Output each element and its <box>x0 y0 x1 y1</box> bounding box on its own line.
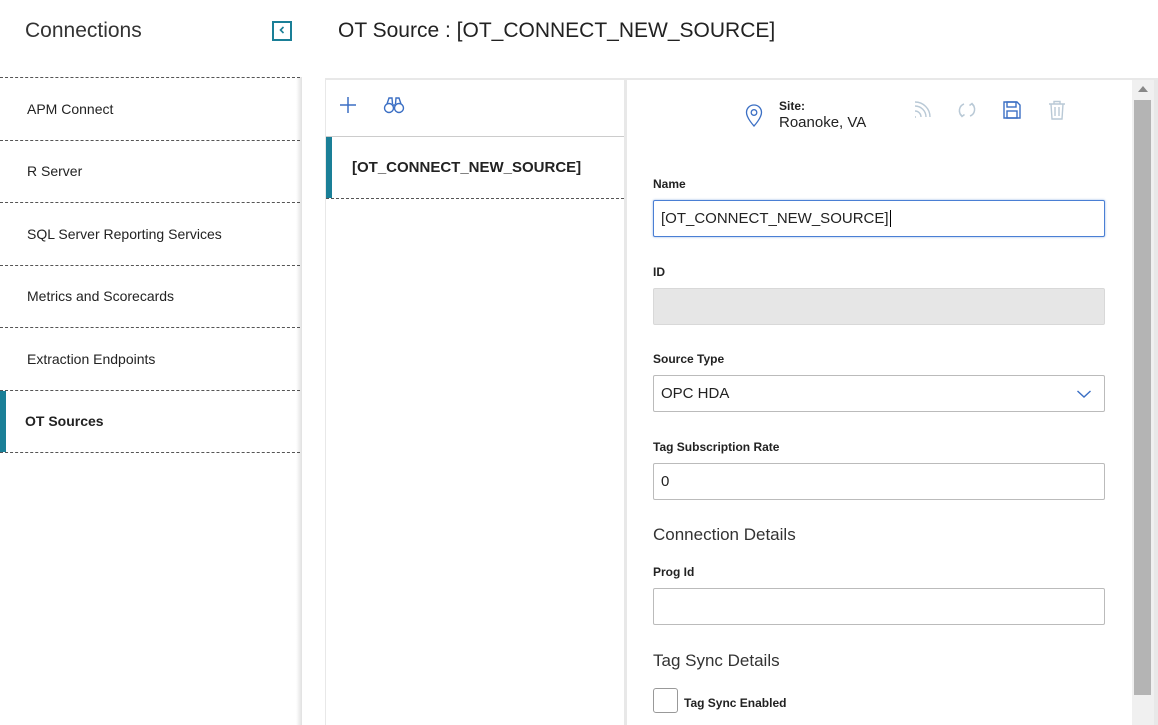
detail-scrollbar[interactable] <box>1132 80 1154 725</box>
list-item[interactable]: [OT_CONNECT_NEW_SOURCE] <box>326 137 624 199</box>
delete-button[interactable] <box>1045 100 1069 124</box>
binoculars-icon <box>383 95 405 120</box>
location-pin-icon <box>745 104 763 133</box>
sidebar-item-label: R Server <box>27 163 83 180</box>
name-input[interactable]: [OT_CONNECT_NEW_SOURCE] <box>653 200 1105 237</box>
chevron-down-icon <box>1076 387 1092 404</box>
refresh-icon <box>956 100 978 125</box>
tag-sync-enabled-label: Tag Sync Enabled <box>684 696 787 710</box>
prog-id-input[interactable] <box>653 588 1105 625</box>
chevron-left-icon <box>277 22 287 40</box>
site-info: Site: Roanoke, VA <box>745 98 915 138</box>
name-label: Name <box>653 177 686 191</box>
sidebar-item-label: APM Connect <box>27 100 114 117</box>
ot-source-detail-panel: Site: Roanoke, VA Name [OT_CONNECT_NEW_S… <box>627 80 1132 725</box>
id-input <box>653 288 1105 325</box>
refresh-button[interactable] <box>955 100 979 124</box>
plus-icon <box>338 95 358 120</box>
list-item-label: [OT_CONNECT_NEW_SOURCE] <box>352 159 582 176</box>
scrollbar-thumb[interactable] <box>1134 100 1151 695</box>
add-button[interactable] <box>335 94 361 120</box>
sidebar-header: Connections <box>0 0 300 77</box>
sidebar-list: APM Connect R Server SQL Server Reportin… <box>0 77 300 453</box>
name-value: [OT_CONNECT_NEW_SOURCE] <box>661 210 889 227</box>
site-value: Roanoke, VA <box>779 114 867 131</box>
save-button[interactable] <box>1000 100 1024 124</box>
sidebar-item-extraction-endpoints[interactable]: Extraction Endpoints <box>0 328 300 391</box>
connection-details-heading: Connection Details <box>653 525 796 544</box>
sidebar-shadow <box>296 77 302 725</box>
source-type-select[interactable]: OPC HDA <box>653 375 1105 412</box>
page-title: OT Source : [OT_CONNECT_NEW_SOURCE] <box>338 19 776 42</box>
tag-subscription-rate-input[interactable]: 0 <box>653 463 1105 500</box>
sidebar-item-metrics-and-scorecards[interactable]: Metrics and Scorecards <box>0 265 300 328</box>
search-button[interactable] <box>381 94 407 120</box>
tag-subscription-rate-label: Tag Subscription Rate <box>653 440 780 454</box>
sidebar-item-apm-connect[interactable]: APM Connect <box>0 78 300 141</box>
sidebar-item-label: OT Sources <box>25 413 104 430</box>
site-label: Site: <box>779 99 806 113</box>
sidebar-title: Connections <box>25 19 142 42</box>
tag-sync-details-heading: Tag Sync Details <box>653 651 780 670</box>
prog-id-label: Prog Id <box>653 565 695 579</box>
sidebar-item-r-server[interactable]: R Server <box>0 140 300 203</box>
list-toolbar <box>326 80 624 137</box>
connections-sidebar: Connections APM Connect R Server SQL Ser… <box>0 0 300 725</box>
sidebar-item-label: Extraction Endpoints <box>27 350 156 367</box>
collapse-sidebar-button[interactable] <box>272 21 292 41</box>
sidebar-item-label: Metrics and Scorecards <box>27 288 175 305</box>
source-type-value: OPC HDA <box>661 385 730 402</box>
tag-subscription-rate-value: 0 <box>661 473 670 490</box>
source-type-label: Source Type <box>653 352 725 366</box>
text-caret <box>889 210 891 227</box>
ot-source-list-panel: [OT_CONNECT_NEW_SOURCE] <box>326 80 624 725</box>
rss-button[interactable] <box>910 100 934 124</box>
sidebar-item-ot-sources[interactable]: OT Sources <box>0 390 300 453</box>
scroll-up-arrow-icon[interactable] <box>1138 86 1148 92</box>
trash-icon <box>1048 100 1066 125</box>
save-icon <box>1002 100 1022 125</box>
tag-sync-enabled-checkbox[interactable] <box>653 688 678 713</box>
sidebar-item-label: SQL Server Reporting Services <box>27 225 222 242</box>
sidebar-item-sql-server-reporting-services[interactable]: SQL Server Reporting Services <box>0 203 300 266</box>
rss-feed-icon <box>912 100 932 125</box>
id-label: ID <box>653 265 665 279</box>
